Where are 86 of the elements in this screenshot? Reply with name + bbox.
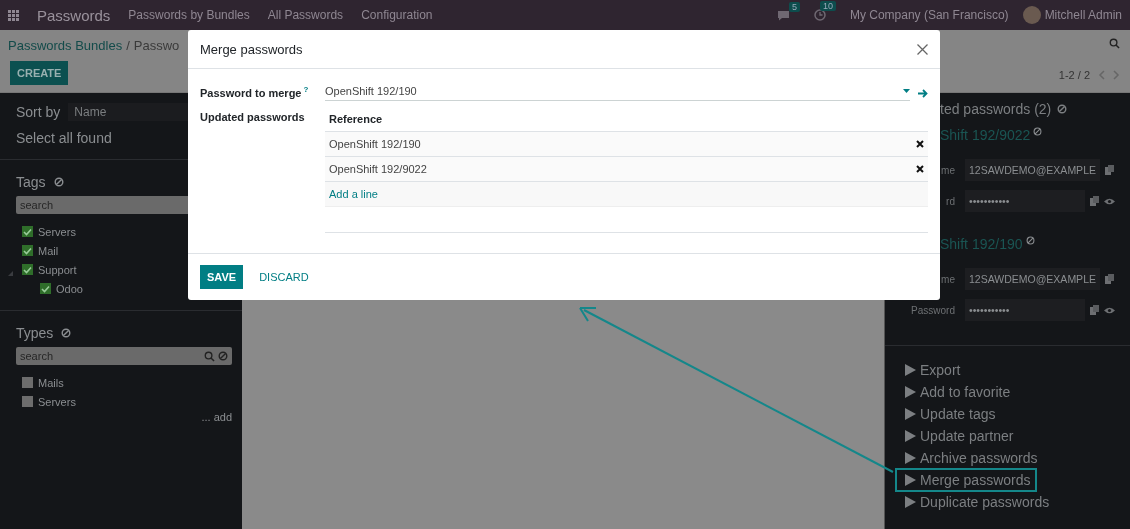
table-cell: OpenShift 192/9022 [329, 163, 427, 175]
action-link[interactable]: Add to favorite [895, 380, 1017, 404]
field-value: ••••••••••• [965, 190, 1085, 212]
discard-button[interactable]: DISCARD [253, 270, 315, 284]
tag-label: Servers [38, 395, 76, 408]
checkbox[interactable] [22, 377, 33, 388]
action-link[interactable]: Export [895, 358, 967, 382]
menu-item[interactable]: All Passwords [267, 8, 344, 22]
tag-label: Mails [38, 376, 64, 389]
breadcrumb-link[interactable]: Passwords Bundles [8, 38, 123, 53]
menu-item[interactable]: Configuration [361, 8, 433, 22]
field-label: Password [911, 304, 955, 316]
search-field[interactable]: search [16, 347, 232, 365]
arrow-right-icon[interactable] [918, 88, 928, 98]
checkbox[interactable] [22, 226, 33, 237]
eye-icon[interactable] [1104, 197, 1115, 205]
app-name[interactable]: Passwords [37, 6, 111, 24]
tag-label: Odoo [56, 282, 83, 295]
pager-value[interactable]: 1-2 / 2 [1058, 69, 1090, 81]
delete-button[interactable] [916, 165, 924, 173]
copy-icon[interactable] [1105, 165, 1114, 175]
triangle-icon [905, 364, 916, 376]
delete-button[interactable] [916, 140, 924, 148]
copy-icon[interactable] [1090, 196, 1099, 206]
copy-icon[interactable] [1090, 305, 1099, 315]
field-label: me [941, 273, 955, 285]
sort-label: Sort by [16, 104, 61, 120]
triangle-icon [905, 386, 916, 398]
field-value: ••••••••••• [965, 299, 1085, 321]
search-icon[interactable] [1109, 38, 1120, 49]
add-link[interactable]: ... add [16, 411, 232, 423]
triangle-icon [905, 430, 916, 442]
breadcrumb-current: Passwo [133, 38, 180, 53]
field-label: Password to merge $^{?}$ [200, 85, 310, 101]
checkbox[interactable] [22, 396, 33, 407]
eye-icon[interactable] [1104, 306, 1115, 314]
field-label: rd [946, 195, 955, 207]
panel-title: ted passwords (2) [940, 101, 1052, 117]
breadcrumb-separator: / [126, 38, 130, 53]
activity-count: 10 [819, 1, 836, 11]
tag-label: Mail [38, 244, 59, 257]
archive-icon[interactable] [1025, 236, 1035, 245]
message-count: 5 [788, 1, 800, 12]
checkbox[interactable] [22, 245, 33, 256]
archive-icon[interactable] [1033, 127, 1043, 136]
field-value: 12SAWDEMO@EXAMPLE [965, 159, 1100, 181]
field-value: 12SAWDEMO@EXAMPLE [965, 268, 1100, 290]
action-link[interactable]: Update partner [895, 424, 1020, 448]
search-icon[interactable] [204, 350, 215, 362]
triangle-icon [905, 452, 916, 464]
user-name[interactable]: Mitchell Admin [1044, 8, 1122, 22]
action-link[interactable]: Update tags [895, 402, 1002, 426]
clear-icon[interactable] [61, 328, 72, 338]
tag-label: Support [38, 263, 77, 276]
checkbox[interactable] [22, 264, 33, 275]
triangle-icon [905, 474, 916, 486]
create-button[interactable]: CREATE [10, 61, 69, 85]
close-button[interactable] [917, 43, 928, 55]
add-line-link[interactable]: Add a line [329, 188, 378, 200]
copy-icon[interactable] [1105, 274, 1114, 284]
menu-item[interactable]: Passwords by Bundles [128, 8, 250, 22]
checkbox[interactable] [40, 283, 51, 294]
search-input[interactable]: search [20, 350, 201, 362]
clear-icon[interactable] [1057, 104, 1068, 114]
section-title: Tags [16, 174, 46, 190]
action-link[interactable]: Merge passwords [895, 468, 1037, 492]
triangle-icon [905, 408, 916, 420]
search-input[interactable]: search [20, 199, 228, 211]
section-title: Types [16, 325, 54, 341]
clear-icon[interactable] [218, 351, 228, 361]
company-switcher[interactable]: My Company (San Francisco) [849, 8, 1009, 22]
tag-label: Servers [38, 225, 76, 238]
triangle-icon [905, 496, 916, 508]
clock-icon[interactable] [813, 9, 826, 21]
apps-grid-icon[interactable] [8, 9, 19, 21]
table-cell: OpenShift 192/190 [329, 138, 421, 150]
password-select[interactable]: OpenShift 192/190 [325, 85, 910, 101]
select-all-link[interactable]: Select all found [16, 130, 112, 146]
dialog-title: Merge passwords [200, 41, 303, 57]
field-label: me [941, 164, 955, 176]
action-link[interactable]: Archive passwords [895, 446, 1044, 470]
chat-icon[interactable] [776, 9, 790, 21]
user-avatar[interactable] [1022, 6, 1041, 24]
save-button[interactable]: SAVE [200, 265, 244, 289]
action-link[interactable]: Duplicate passwords [895, 490, 1056, 514]
clear-icon[interactable] [53, 177, 64, 187]
